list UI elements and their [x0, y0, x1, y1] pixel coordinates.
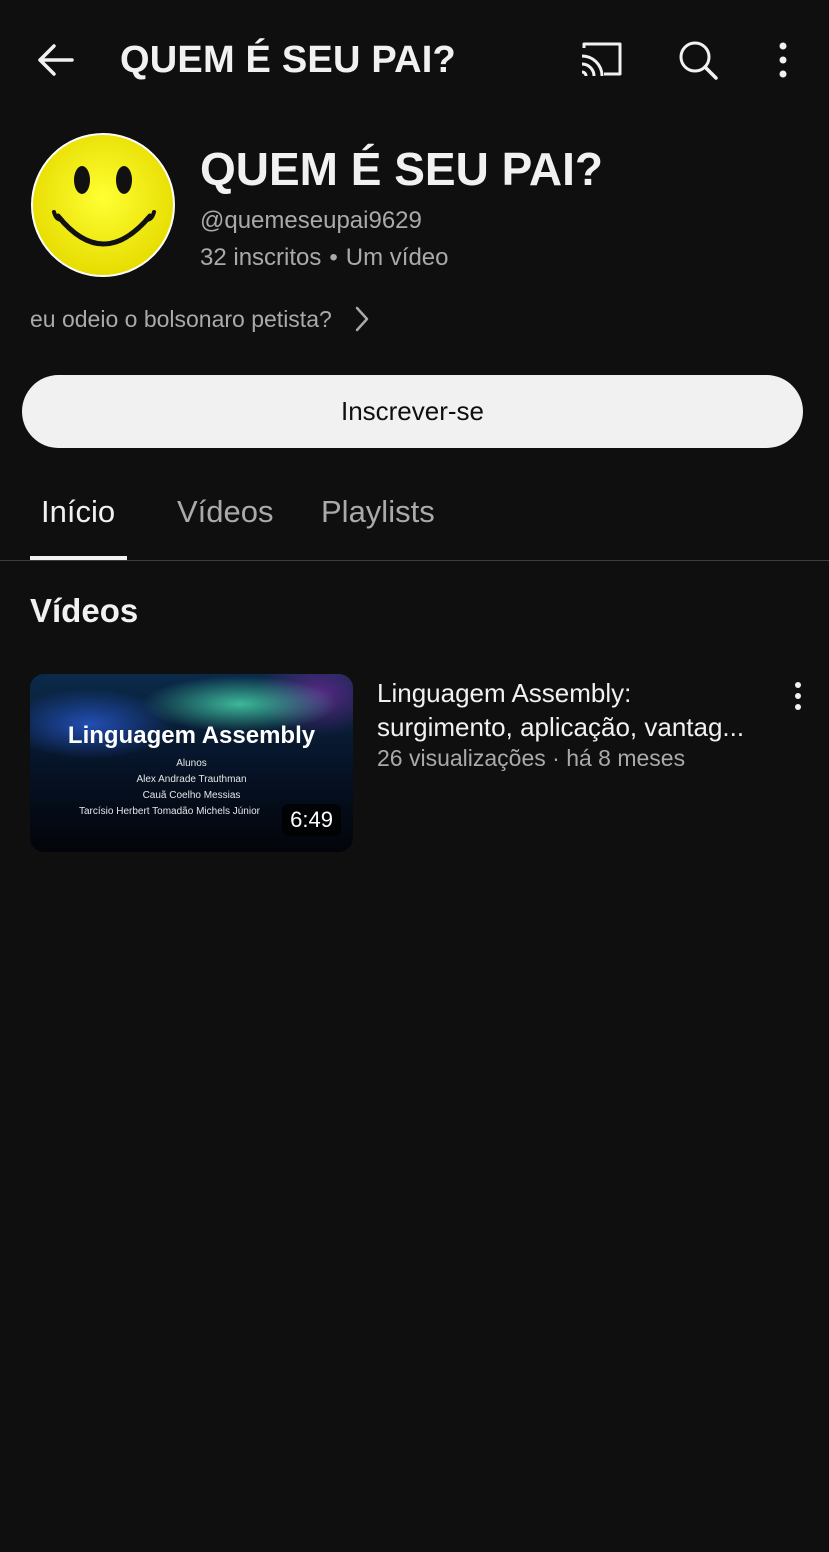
- more-options-button[interactable]: [768, 36, 798, 84]
- thumbnail-line: Alunos: [176, 758, 207, 769]
- thumbnail-line: Alex Andrade Trauthman: [136, 774, 247, 785]
- search-icon: [679, 41, 718, 80]
- thumbnail-title: Linguagem Assembly: [67, 722, 316, 749]
- back-button[interactable]: [30, 36, 82, 84]
- thumbnail-line: Cauã Coelho Messias: [142, 790, 241, 801]
- top-app-bar: QUEM É SEU PAI?: [0, 0, 829, 120]
- video-list-item[interactable]: Linguagem Assembly Alunos Alex Andrade T…: [30, 674, 810, 854]
- video-title-line: Linguagem Assembly:: [377, 678, 632, 708]
- video-more-options-button[interactable]: [784, 678, 812, 714]
- description-text: eu odeio o bolsonaro petista?: [30, 306, 332, 332]
- more-vert-icon: [779, 42, 787, 78]
- video-duration-badge: 6:49: [282, 804, 341, 836]
- tab-inicio[interactable]: Início: [41, 490, 115, 534]
- channel-name: QUEM É SEU PAI?: [200, 143, 603, 195]
- video-title[interactable]: Linguagem Assembly: surgimento, aplicaçã…: [377, 676, 777, 744]
- arrow-back-icon: [38, 44, 74, 76]
- more-vert-icon: [795, 682, 801, 710]
- section-title: Vídeos: [30, 592, 139, 629]
- video-thumbnail[interactable]: Linguagem Assembly Alunos Alex Andrade T…: [30, 674, 353, 852]
- subscribe-button[interactable]: Inscrever-se: [22, 375, 803, 448]
- channel-stats: 32 inscritos • Um vídeo: [200, 242, 449, 274]
- page-title: QUEM É SEU PAI?: [120, 39, 456, 81]
- cast-button[interactable]: [576, 38, 626, 82]
- video-count: Um vídeo: [345, 244, 449, 271]
- chevron-right-icon: [355, 306, 369, 332]
- channel-tabs: Início Vídeos Playlists: [0, 480, 829, 561]
- tab-videos[interactable]: Vídeos: [177, 490, 274, 534]
- channel-handle: @quemeseupai9629: [200, 207, 422, 234]
- video-title-line: surgimento, aplicação, vantag...: [377, 712, 745, 742]
- stats-separator: •: [329, 244, 338, 271]
- video-metadata: 26 visualizações · há 8 meses: [377, 745, 686, 771]
- channel-description[interactable]: eu odeio o bolsonaro petista?: [30, 302, 370, 336]
- tab-playlists[interactable]: Playlists: [321, 490, 435, 534]
- search-button[interactable]: [674, 36, 722, 84]
- subscriber-count: 32 inscritos: [200, 244, 322, 271]
- active-tab-indicator: [30, 556, 127, 560]
- smiley-face-icon: [31, 133, 175, 277]
- channel-avatar[interactable]: [30, 132, 176, 278]
- cast-icon: [581, 42, 622, 77]
